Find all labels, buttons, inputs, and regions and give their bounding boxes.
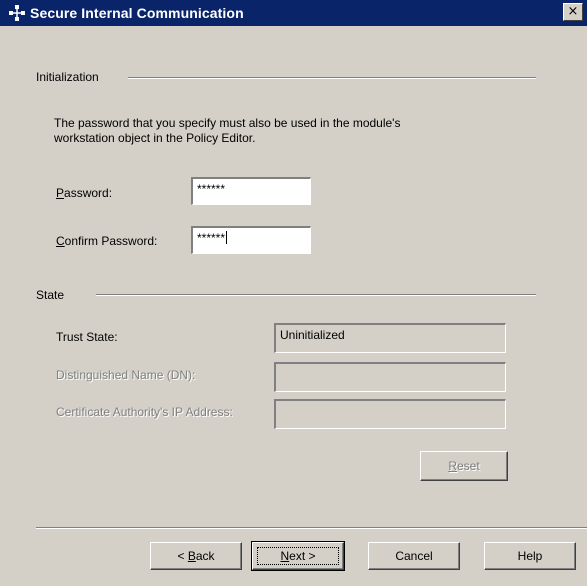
state-divider <box>96 294 536 296</box>
reset-label: eset <box>456 459 480 473</box>
focus-rectangle <box>257 547 339 565</box>
password-label: Password: <box>56 186 112 200</box>
initialization-divider <box>128 77 536 79</box>
footer-divider <box>36 527 587 529</box>
initialization-group-label: Initialization <box>36 70 99 84</box>
confirm-password-label: Confirm Password: <box>56 234 157 248</box>
next-button[interactable]: Next > <box>251 541 345 571</box>
dialog-window: Secure Internal Communication × Initiali… <box>0 0 587 586</box>
ca-ip-address-field <box>274 399 506 429</box>
cancel-button[interactable]: Cancel <box>368 542 460 570</box>
back-button[interactable]: < Back <box>150 542 242 570</box>
confirm-label-mnemonic: C <box>56 234 65 248</box>
password-value: ****** <box>197 182 226 196</box>
back-mnemonic: B <box>187 549 196 563</box>
close-icon: × <box>567 4 579 19</box>
password-field[interactable]: ****** <box>191 177 311 205</box>
ca-ip-address-label: Certificate Authority's IP Address: <box>56 405 233 419</box>
title-bar[interactable]: Secure Internal Communication × <box>0 0 587 26</box>
trust-state-field: Uninitialized <box>274 323 506 353</box>
trust-state-label: Trust State: <box>56 330 118 344</box>
trust-state-value: Uninitialized <box>280 328 345 342</box>
initialization-description: The password that you specify must also … <box>54 116 514 146</box>
help-label: Help <box>517 549 543 563</box>
cancel-label: Cancel <box>395 549 433 563</box>
confirm-password-field[interactable]: ****** <box>191 226 311 254</box>
distinguished-name-field <box>274 362 506 392</box>
close-button[interactable]: × <box>563 3 583 21</box>
back-label: ack <box>195 549 215 563</box>
distinguished-name-label: Distinguished Name (DN): <box>56 368 196 382</box>
reset-button[interactable]: Reset <box>420 451 508 481</box>
password-label-text: assword: <box>64 186 113 200</box>
reset-mnemonic: R <box>448 459 457 473</box>
back-prefix: < <box>177 549 188 563</box>
description-line-1: The password that you specify must also … <box>54 116 401 130</box>
description-line-2: workstation object in the Policy Editor. <box>54 131 256 145</box>
confirm-label-text: onfirm Password: <box>64 234 158 248</box>
window-title: Secure Internal Communication <box>30 5 244 21</box>
confirm-password-value: ****** <box>197 231 226 245</box>
text-caret <box>226 231 228 244</box>
state-group-label: State <box>36 288 65 302</box>
network-tree-icon <box>9 5 25 21</box>
help-button[interactable]: Help <box>484 542 576 570</box>
password-label-mnemonic: P <box>56 186 65 200</box>
